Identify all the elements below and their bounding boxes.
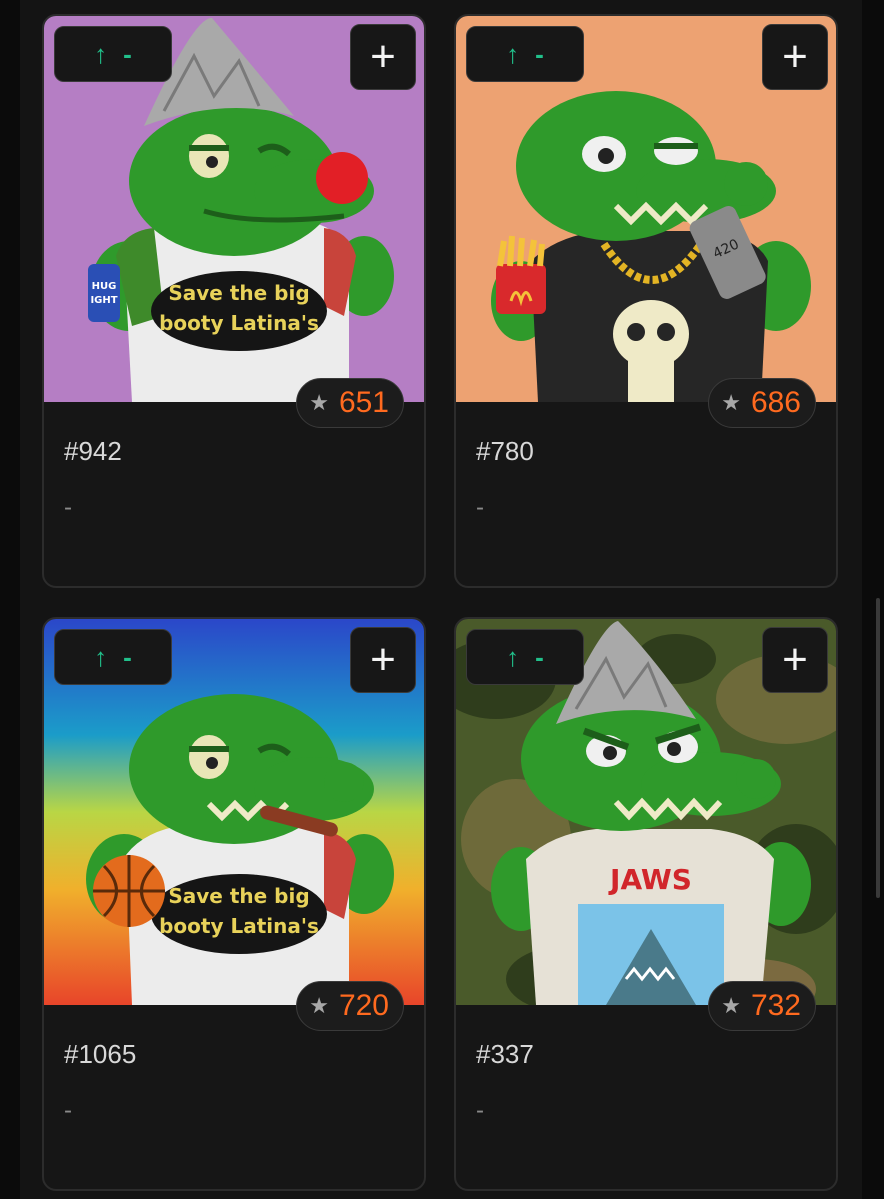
nft-card-780[interactable]: 420 ↑ - + ★ 686 #780 - (454, 14, 838, 588)
arrow-up-icon: ↑ (94, 39, 108, 69)
scrollbar[interactable] (876, 598, 880, 898)
upvote-button[interactable]: ↑ - (466, 26, 584, 82)
star-icon: ★ (721, 390, 741, 415)
rank-value: 720 (338, 989, 389, 1022)
can-text-line-2: IGHT (90, 295, 117, 306)
shirt-text-line-2: booty Latina's (159, 914, 319, 938)
rank-badge: ★ 651 (296, 378, 404, 428)
nft-card-1065[interactable]: Save the big booty Latina's ↑ - + ★ 720 (42, 617, 426, 1191)
nft-subtitle: - (476, 1097, 484, 1124)
shirt-text-line-2: booty Latina's (159, 311, 319, 335)
nft-image[interactable]: JAWS ↑ - + (456, 619, 836, 1005)
star-icon: ★ (309, 993, 329, 1018)
shirt-text-line-1: Save the big (168, 281, 309, 305)
rank-value: 732 (750, 989, 801, 1022)
upvote-count: - (123, 39, 132, 69)
rank-value: 651 (338, 386, 389, 419)
add-button[interactable]: + (350, 627, 416, 693)
plus-icon: + (782, 32, 808, 81)
nft-card-942[interactable]: Save the big booty Latina's HUG IGHT ↑ -… (42, 14, 426, 588)
nft-image[interactable]: Save the big booty Latina's HUG IGHT ↑ -… (44, 16, 424, 402)
nft-subtitle: - (64, 494, 72, 521)
upvote-count: - (123, 642, 132, 672)
upvote-button[interactable]: ↑ - (54, 629, 172, 685)
gallery-grid: Save the big booty Latina's HUG IGHT ↑ -… (20, 0, 862, 1199)
nft-image[interactable]: Save the big booty Latina's ↑ - + (44, 619, 424, 1005)
add-button[interactable]: + (762, 627, 828, 693)
star-icon: ★ (721, 993, 741, 1018)
add-button[interactable]: + (762, 24, 828, 90)
arrow-up-icon: ↑ (506, 39, 520, 69)
rank-badge: ★ 686 (708, 378, 816, 428)
nft-card-337[interactable]: JAWS ↑ - + ★ 732 #337 - (454, 617, 838, 1191)
arrow-up-icon: ↑ (506, 642, 520, 672)
upvote-count: - (535, 39, 544, 69)
plus-icon: + (370, 32, 396, 81)
nft-subtitle: - (64, 1097, 72, 1124)
upvote-button[interactable]: ↑ - (54, 26, 172, 82)
plus-icon: + (782, 635, 808, 684)
nft-image[interactable]: 420 ↑ - + (456, 16, 836, 402)
can-text-line-1: HUG (92, 281, 117, 292)
rank-value: 686 (750, 386, 801, 419)
plus-icon: + (370, 635, 396, 684)
arrow-up-icon: ↑ (94, 642, 108, 672)
nft-subtitle: - (476, 494, 484, 521)
nft-name[interactable]: #780 (476, 436, 534, 467)
nft-name[interactable]: #942 (64, 436, 122, 467)
upvote-count: - (535, 642, 544, 672)
star-icon: ★ (309, 390, 329, 415)
rank-badge: ★ 720 (296, 981, 404, 1031)
shirt-text-line-1: JAWS (608, 863, 692, 896)
rank-badge: ★ 732 (708, 981, 816, 1031)
nft-name[interactable]: #1065 (64, 1039, 136, 1070)
shirt-text-line-1: Save the big (168, 884, 309, 908)
upvote-button[interactable]: ↑ - (466, 629, 584, 685)
nft-gallery-page: Save the big booty Latina's HUG IGHT ↑ -… (0, 0, 884, 1199)
nft-name[interactable]: #337 (476, 1039, 534, 1070)
add-button[interactable]: + (350, 24, 416, 90)
